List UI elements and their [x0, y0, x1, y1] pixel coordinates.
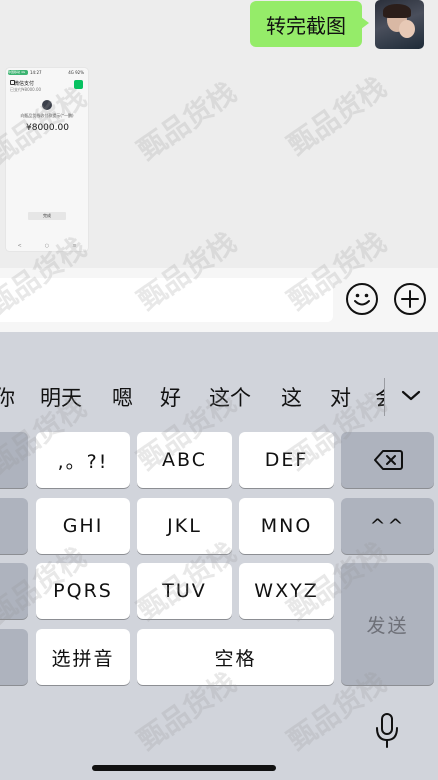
screenshot-status-battery: 4G 92% — [68, 70, 84, 75]
screenshot-nav-back: < — [17, 243, 22, 249]
chevron-down-icon[interactable] — [400, 387, 422, 405]
wxyz-key[interactable]: WXYZ — [239, 563, 334, 619]
ghi-key[interactable]: GHI — [36, 498, 130, 554]
mno-key[interactable]: MNO — [239, 498, 334, 554]
def-key-label: DEF — [264, 449, 309, 471]
tone-key[interactable]: ^^ — [341, 498, 434, 554]
send-key-label: 发送 — [366, 614, 409, 637]
tuv-key[interactable]: TUV — [137, 563, 232, 619]
screenshot-nav-menu: ≡ — [72, 243, 77, 249]
mno-key-label: MNO — [260, 515, 313, 537]
punctuation-key[interactable]: ,。?! — [36, 432, 130, 488]
wxyz-key-label: WXYZ — [254, 580, 319, 602]
jkl-key[interactable]: JKL — [137, 498, 232, 554]
space-key-label: 空格 — [214, 647, 257, 670]
screenshot-nav-home: ○ — [44, 243, 50, 249]
screenshot-done-button: 完成 — [28, 212, 66, 220]
punctuation-key-label: ,。?! — [57, 450, 109, 473]
candidate-item[interactable]: 这个 — [209, 382, 251, 412]
screenshot-navbar: < ○ ≡ — [6, 241, 88, 251]
pqrs-key[interactable]: PQRS — [36, 563, 130, 619]
space-key[interactable]: 空格 — [137, 629, 334, 685]
message-input[interactable] — [0, 278, 333, 322]
pqrs-key-label: PQRS — [53, 580, 113, 602]
left-column-key[interactable] — [0, 498, 28, 554]
jkl-key-label: JKL — [167, 515, 202, 537]
candidate-item[interactable]: 会 — [375, 382, 384, 412]
chat-area: 转完截图 中国移动 4G 14:27 4G 92% 微信支付 已支付¥8000.… — [0, 0, 438, 270]
avatar[interactable] — [375, 0, 424, 49]
candidate-divider — [384, 378, 385, 416]
backspace-icon — [373, 450, 403, 470]
smiley-icon[interactable] — [346, 283, 378, 315]
candidate-item[interactable]: 明天 — [40, 382, 82, 412]
screenshot-pay-title: 微信支付 — [14, 81, 35, 87]
ghi-key-label: GHI — [62, 515, 104, 537]
microphone-icon[interactable] — [374, 712, 400, 750]
candidate-item[interactable]: 你 — [0, 382, 15, 412]
left-column-key[interactable] — [0, 563, 28, 619]
select-pinyin-key-label: 选拼音 — [51, 647, 115, 670]
candidate-item[interactable]: 嗯 — [112, 382, 133, 412]
wechat-pay-icon — [74, 80, 83, 89]
screenshot-avatar — [42, 100, 52, 110]
sent-message-bubble[interactable]: 转完截图 — [250, 1, 369, 47]
candidate-bar: 你 明天 嗯 好 这个 这 对 会 — [0, 370, 438, 426]
screenshot-amount: ¥8000.00 — [26, 123, 69, 133]
screenshot-status-carrier: 中国移动 4G — [8, 70, 28, 75]
tone-key-label: ^^ — [369, 515, 406, 537]
left-column-key[interactable] — [0, 432, 28, 488]
screenshot-receiver-text: 向甄品货栈收付款提示(*一鹏) — [20, 113, 74, 118]
tuv-key-label: TUV — [162, 580, 207, 602]
def-key[interactable]: DEF — [239, 432, 334, 488]
message-input-bar — [0, 268, 438, 332]
screenshot-pay-subtitle: 已支付¥8000.00 — [10, 87, 42, 92]
candidate-item[interactable]: 这 — [281, 382, 302, 412]
pinyin-keyboard: 你 明天 嗯 好 这个 这 对 会 ,。?! ABC DEF GHI JKL — [0, 332, 438, 780]
plus-icon[interactable] — [394, 283, 426, 315]
abc-key-label: ABC — [162, 449, 207, 471]
home-indicator[interactable] — [92, 765, 276, 771]
delete-key[interactable] — [341, 432, 434, 488]
candidate-item[interactable]: 对 — [330, 382, 351, 412]
sent-message-text: 转完截图 — [266, 13, 346, 38]
abc-key[interactable]: ABC — [137, 432, 232, 488]
send-key[interactable]: 发送 — [341, 563, 434, 685]
payment-screenshot-image[interactable]: 中国移动 4G 14:27 4G 92% 微信支付 已支付¥8000.00 向甄… — [6, 68, 88, 251]
screenshot-status-time: 14:27 — [30, 70, 42, 75]
select-pinyin-key[interactable]: 选拼音 — [36, 629, 130, 685]
globe-key[interactable] — [0, 629, 28, 685]
candidate-item[interactable]: 好 — [160, 382, 181, 412]
